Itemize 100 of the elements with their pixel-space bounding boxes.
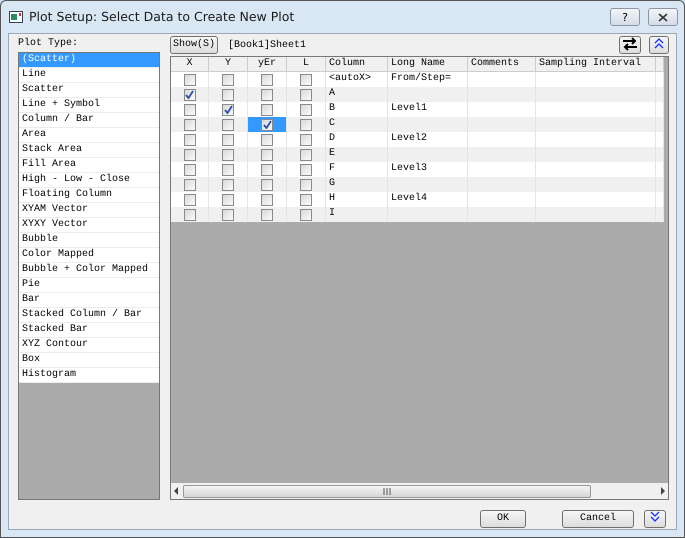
plot-type-item[interactable]: Bubble + Color Mapped [19,263,159,278]
plot-type-item[interactable]: Pie [19,278,159,293]
column-header[interactable]: Comments [468,57,536,72]
checkbox[interactable] [261,164,273,176]
column-header[interactable]: X [171,57,209,72]
checkbox[interactable] [261,118,273,130]
checkbox-cell[interactable] [248,117,287,132]
plot-type-item[interactable]: Area [19,128,159,143]
checkbox-cell[interactable] [209,162,248,177]
checkbox-cell[interactable] [209,207,248,222]
checkbox-cell[interactable] [248,147,287,162]
checkbox-cell[interactable] [287,87,326,102]
checkbox[interactable] [300,74,312,86]
checkbox-cell[interactable] [209,132,248,147]
checkbox[interactable] [184,164,196,176]
checkbox-cell[interactable] [287,132,326,147]
help-button[interactable]: ? [610,8,640,26]
checkbox-cell[interactable] [171,177,209,192]
checkbox-cell[interactable] [287,147,326,162]
checkbox-cell[interactable] [171,192,209,207]
checkbox[interactable] [222,194,234,206]
checkbox[interactable] [222,208,234,220]
show-button[interactable]: Show(S) [170,36,218,54]
checkbox-cell[interactable] [209,117,248,132]
checkbox[interactable] [261,104,273,116]
checkbox-cell[interactable] [171,207,209,222]
checkbox-cell[interactable] [248,87,287,102]
checkbox[interactable] [300,118,312,130]
checkbox[interactable] [222,148,234,160]
plot-type-item[interactable]: Bar [19,293,159,308]
checkbox-cell[interactable] [287,177,326,192]
checkbox-cell[interactable] [209,87,248,102]
checkbox-cell[interactable] [248,207,287,222]
checkbox-cell[interactable] [209,102,248,117]
checkbox[interactable] [184,74,196,86]
column-header[interactable]: Y [209,57,248,72]
checkbox[interactable] [261,194,273,206]
checkbox-cell[interactable] [209,192,248,207]
checkbox[interactable] [222,118,234,130]
plot-type-item[interactable]: XYZ Contour [19,338,159,353]
checkbox-cell[interactable] [248,177,287,192]
checkbox-cell[interactable] [287,192,326,207]
plot-type-item[interactable]: Stack Area [19,143,159,158]
checkbox-cell[interactable] [287,102,326,117]
column-header[interactable]: Sampling Interval [536,57,656,72]
checkbox[interactable] [184,178,196,190]
checkbox[interactable] [184,104,196,116]
checkbox[interactable] [261,74,273,86]
checkbox[interactable] [300,148,312,160]
checkbox-cell[interactable] [248,72,287,87]
checkbox[interactable] [184,118,196,130]
horizontal-scrollbar[interactable] [171,483,668,499]
checkbox-cell[interactable] [209,177,248,192]
plot-type-item[interactable]: Scatter [19,83,159,98]
plot-type-item[interactable]: High - Low - Close [19,173,159,188]
checkbox[interactable] [261,178,273,190]
column-header[interactable]: Column [326,57,388,72]
checkbox[interactable] [222,164,234,176]
plot-type-item[interactable]: Box [19,353,159,368]
ok-button[interactable]: OK [480,510,526,528]
plot-type-item[interactable]: Histogram [19,368,159,383]
plot-type-item[interactable]: Column / Bar [19,113,159,128]
checkbox[interactable] [300,134,312,146]
swap-button[interactable] [619,36,641,54]
plot-type-item[interactable]: Line + Symbol [19,98,159,113]
checkbox-cell[interactable] [209,72,248,87]
checkbox[interactable] [184,148,196,160]
checkbox-cell[interactable] [171,132,209,147]
checkbox[interactable] [222,134,234,146]
checkbox-cell[interactable] [248,132,287,147]
checkbox[interactable] [184,194,196,206]
checkbox-cell[interactable] [171,72,209,87]
checkbox-cell[interactable] [248,162,287,177]
checkbox[interactable] [261,148,273,160]
plot-type-item[interactable]: XYAM Vector [19,203,159,218]
checkbox[interactable] [300,104,312,116]
checkbox[interactable] [261,88,273,100]
checkbox[interactable] [184,88,196,100]
checkbox-cell[interactable] [171,87,209,102]
checkbox[interactable] [300,88,312,100]
plot-type-item[interactable]: XYXY Vector [19,218,159,233]
checkbox[interactable] [300,194,312,206]
checkbox-cell[interactable] [209,147,248,162]
close-button[interactable] [648,8,678,26]
cancel-button[interactable]: Cancel [562,510,634,528]
checkbox-cell[interactable] [287,207,326,222]
checkbox[interactable] [222,178,234,190]
checkbox-cell[interactable] [171,117,209,132]
plot-type-item[interactable]: Bubble [19,233,159,248]
column-header[interactable]: Long Name [388,57,468,72]
expand-button[interactable] [644,510,666,528]
checkbox[interactable] [261,134,273,146]
checkbox-cell[interactable] [171,102,209,117]
plot-type-item[interactable]: Stacked Column / Bar [19,308,159,323]
checkbox-cell[interactable] [248,192,287,207]
collapse-button[interactable] [649,36,669,54]
checkbox[interactable] [300,164,312,176]
checkbox-cell[interactable] [171,147,209,162]
checkbox[interactable] [184,208,196,220]
plot-type-item[interactable]: Line [19,68,159,83]
